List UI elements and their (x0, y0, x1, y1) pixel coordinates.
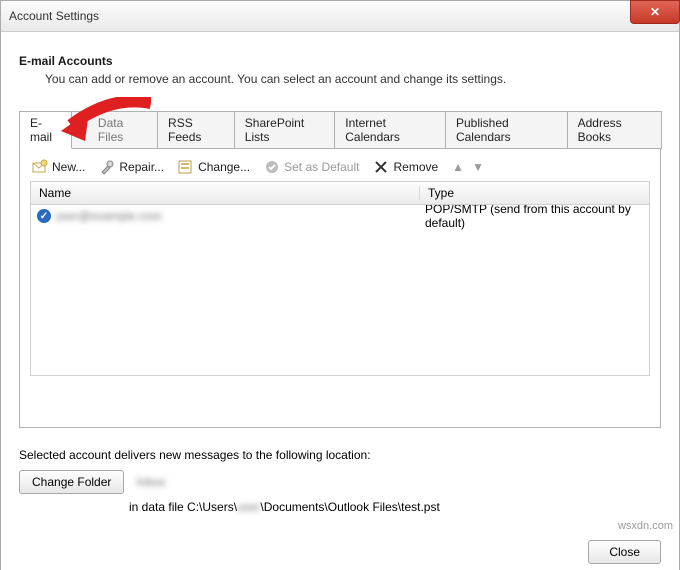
set-default-button: Set as Default (264, 159, 359, 175)
table-row[interactable]: ✓ user@example.com POP/SMTP (send from t… (31, 205, 649, 227)
delivery-location: Selected account delivers new messages t… (19, 448, 661, 514)
tab-data-files[interactable]: Data Files (71, 111, 158, 149)
account-name: user@example.com (55, 209, 162, 223)
window-close-button[interactable]: ✕ (630, 0, 680, 24)
table-header: Name Type (30, 181, 650, 205)
tab-email[interactable]: E-mail (19, 111, 72, 149)
move-up-icon: ▲ (452, 160, 464, 174)
tab-address-books[interactable]: Address Books (567, 111, 662, 149)
column-name[interactable]: Name (31, 186, 420, 200)
titlebar: Account Settings ✕ (1, 1, 679, 32)
remove-icon (373, 159, 389, 175)
default-check-icon: ✓ (37, 209, 51, 223)
tab-sharepoint-lists[interactable]: SharePoint Lists (234, 111, 335, 149)
content-area: E-mail Accounts You can add or remove an… (1, 32, 679, 570)
change-button[interactable]: Change... (178, 159, 250, 175)
account-type: POP/SMTP (send from this account by defa… (417, 205, 649, 230)
close-icon: ✕ (650, 5, 660, 19)
check-circle-icon (264, 159, 280, 175)
toolbar: New... Repair... Change... Set as Defaul… (30, 157, 650, 181)
accounts-table[interactable]: ✓ user@example.com POP/SMTP (send from t… (30, 205, 650, 376)
tab-rss-feeds[interactable]: RSS Feeds (157, 111, 235, 149)
delivery-text: Selected account delivers new messages t… (19, 448, 661, 462)
section-description: You can add or remove an account. You ca… (45, 72, 661, 86)
watermark: wsxdn.com (618, 520, 673, 532)
change-folder-button[interactable]: Change Folder (19, 470, 124, 494)
tab-published-calendars[interactable]: Published Calendars (445, 111, 568, 149)
change-icon (178, 159, 194, 175)
remove-button[interactable]: Remove (373, 159, 438, 175)
section-title: E-mail Accounts (19, 54, 661, 68)
new-button[interactable]: New... (32, 159, 85, 175)
reorder-buttons: ▲ ▼ (452, 160, 484, 174)
tab-internet-calendars[interactable]: Internet Calendars (334, 111, 446, 149)
move-down-icon: ▼ (472, 160, 484, 174)
new-icon (32, 159, 48, 175)
data-file-path: in data file C:\Users\user\Documents\Out… (129, 500, 661, 514)
column-type[interactable]: Type (420, 186, 649, 200)
folder-name: Inbox (136, 475, 165, 489)
repair-button[interactable]: Repair... (99, 159, 164, 175)
repair-icon (99, 159, 115, 175)
account-settings-window: Account Settings ✕ E-mail Accounts You c… (0, 0, 680, 570)
tab-strip: E-mail Data Files RSS Feeds SharePoint L… (19, 110, 661, 148)
window-title: Account Settings (9, 9, 99, 23)
close-button[interactable]: Close (588, 540, 661, 564)
tab-panel: New... Repair... Change... Set as Defaul… (19, 148, 661, 428)
